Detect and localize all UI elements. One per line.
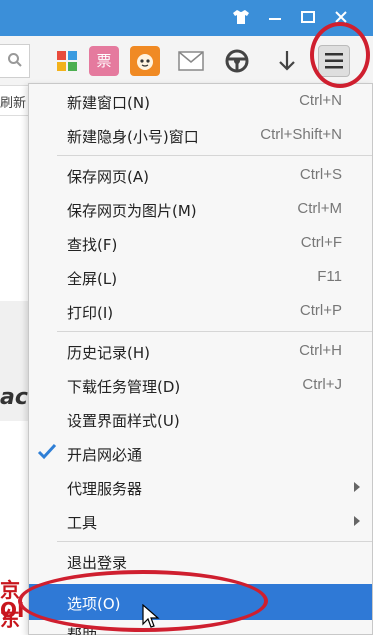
menu-item-label: 保存网页(A) [67, 168, 149, 186]
menu-item-new-window[interactable]: 新建窗口(N) Ctrl+N [29, 84, 372, 118]
page-nav-strip: 刷新 [0, 86, 30, 116]
menu-item-shortcut: Ctrl+Shift+N [260, 126, 342, 143]
ticket-label: 票 [96, 52, 112, 70]
menu-item-shortcut: Ctrl+N [299, 92, 342, 109]
title-bar [0, 0, 373, 36]
menu-item-label: 打印(I) [67, 304, 114, 322]
menu-item-fullscreen[interactable]: 全屏(L) F11 [29, 260, 372, 294]
menu-item-shortcut: Ctrl+J [302, 376, 342, 393]
steering-wheel-icon[interactable] [222, 46, 252, 76]
menu-item-find[interactable]: 查找(F) Ctrl+F [29, 226, 372, 260]
menu-item-label: 下载任务管理(D) [67, 378, 181, 396]
checkmark-icon [37, 441, 57, 466]
minimize-icon[interactable] [262, 4, 288, 30]
menu-item-save-as-image[interactable]: 保存网页为图片(M) Ctrl+M [29, 192, 372, 226]
ticket-icon[interactable]: 票 [89, 46, 119, 76]
page-ad: 京东 OI [0, 506, 30, 635]
search-icon[interactable] [7, 52, 23, 68]
page-banner: ac [0, 301, 30, 421]
submenu-arrow-icon [354, 516, 360, 526]
menu-item-enable-wangbitong[interactable]: 开启网必通 [29, 436, 372, 470]
menu-item-save-page[interactable]: 保存网页(A) Ctrl+S [29, 158, 372, 192]
menu-item-interface-style[interactable]: 设置界面样式(U) [29, 402, 372, 436]
menu-item-downloads[interactable]: 下载任务管理(D) Ctrl+J [29, 368, 372, 402]
menu-item-shortcut: Ctrl+F [300, 234, 342, 251]
menu-separator [57, 331, 372, 332]
apps-icon[interactable] [52, 46, 82, 76]
menu-item-tools[interactable]: 工具 [29, 504, 372, 538]
menu-item-label: 查找(F) [67, 236, 118, 254]
pet-icon[interactable] [130, 46, 160, 76]
menu-item-shortcut: F11 [317, 268, 342, 285]
menu-separator [57, 541, 372, 542]
menu-item-label: 新建窗口(N) [67, 94, 150, 112]
download-icon[interactable] [272, 46, 302, 76]
menu-item-proxy-server[interactable]: 代理服务器 [29, 470, 372, 504]
menu-item-label: 设置界面样式(U) [67, 412, 180, 430]
main-menu: 新建窗口(N) Ctrl+N 新建隐身(小号)窗口 Ctrl+Shift+N 保… [28, 83, 373, 635]
address-bar[interactable] [0, 44, 30, 78]
menu-item-label: 全屏(L) [67, 270, 118, 288]
submenu-arrow-icon [354, 482, 360, 492]
maximize-icon[interactable] [295, 4, 321, 30]
page-snippet-ac: ac [0, 385, 28, 410]
page-snippet-refresh: 刷新 [0, 96, 27, 111]
menu-item-new-incognito-window[interactable]: 新建隐身(小号)窗口 Ctrl+Shift+N [29, 118, 372, 152]
skin-icon[interactable] [228, 4, 254, 30]
menu-item-shortcut: Ctrl+P [299, 302, 342, 319]
menu-item-label: 代理服务器 [67, 480, 143, 498]
menu-item-label: 保存网页为图片(M) [67, 202, 197, 220]
menu-item-shortcut: Ctrl+H [299, 342, 342, 359]
menu-item-history[interactable]: 历史记录(H) Ctrl+H [29, 334, 372, 368]
menu-item-shortcut: Ctrl+M [297, 200, 342, 217]
menu-item-label: 历史记录(H) [67, 344, 150, 362]
mouse-cursor-icon [142, 603, 160, 634]
menu-separator [57, 155, 372, 156]
menu-item-shortcut: Ctrl+S [299, 166, 342, 183]
menu-item-label: 工具 [67, 514, 98, 532]
mail-icon[interactable] [176, 46, 206, 76]
menu-item-label: 开启网必通 [67, 446, 143, 464]
menu-item-print[interactable]: 打印(I) Ctrl+P [29, 294, 372, 328]
annotation-ring-menu-button [310, 22, 370, 88]
menu-item-label: 新建隐身(小号)窗口 [67, 128, 199, 146]
